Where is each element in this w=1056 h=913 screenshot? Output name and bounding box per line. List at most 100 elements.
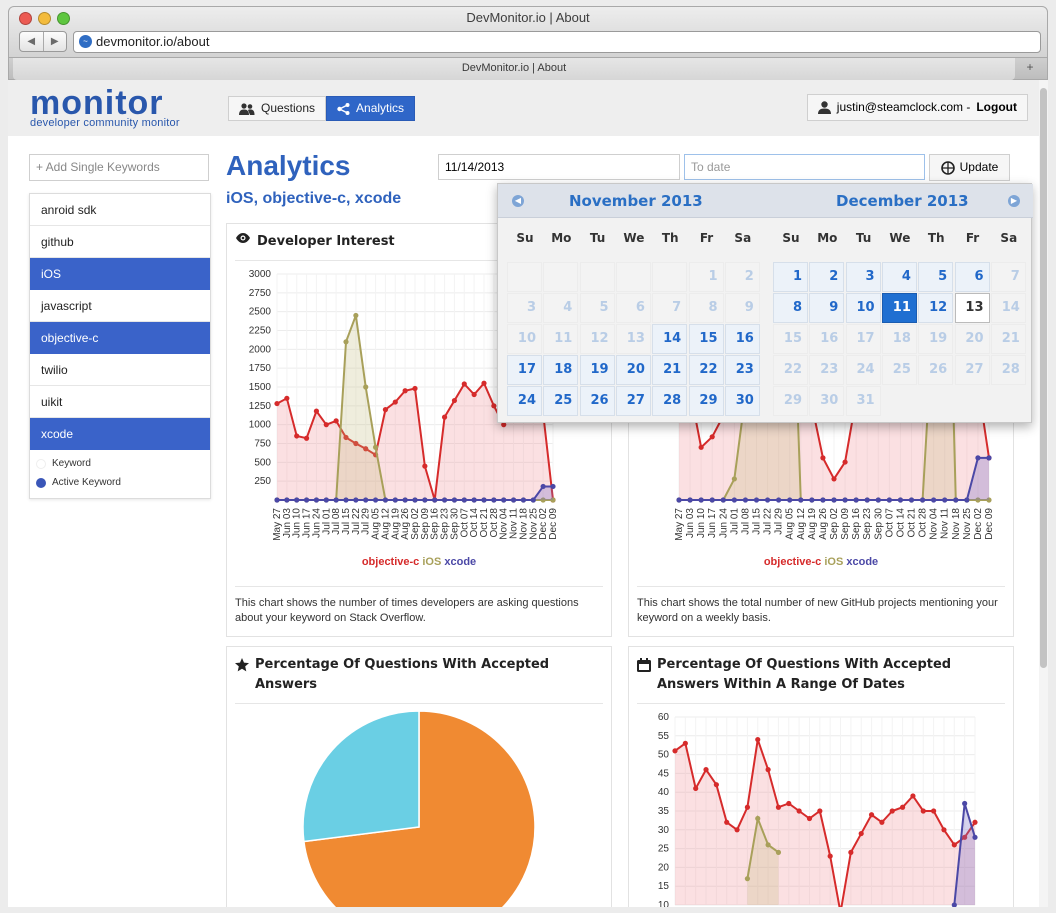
day-cell-nov-13[interactable]: 13	[615, 324, 651, 354]
day-cell-dec-1[interactable]: 1	[773, 262, 808, 292]
day-cell-dec-6[interactable]: 6	[954, 262, 990, 292]
day-cell-dec-16[interactable]: 16	[809, 324, 845, 354]
day-cell-nov-22[interactable]: 22	[688, 355, 724, 385]
x-tick-label: Aug 05	[785, 508, 796, 540]
day-cell-dec-19[interactable]: 19	[918, 324, 954, 354]
day-cell-nov-17[interactable]: 17	[507, 355, 542, 385]
y-tick-label: 50	[658, 750, 670, 761]
day-cell-nov-21[interactable]: 21	[652, 355, 688, 385]
day-cell-dec-13[interactable]: 13	[954, 293, 990, 323]
day-cell-dec-4[interactable]: 4	[881, 262, 917, 292]
day-cell-nov-6[interactable]: 6	[615, 293, 651, 323]
keyword-item-anroid-sdk[interactable]: anroid sdk	[30, 194, 210, 226]
to-date-input[interactable]: To date	[684, 154, 925, 180]
day-cell-nov-19[interactable]: 19	[579, 355, 615, 385]
forward-icon[interactable]: ▶	[44, 32, 67, 51]
nav-analytics-button[interactable]: Analytics	[326, 96, 416, 121]
day-cell-dec-25[interactable]: 25	[881, 355, 917, 385]
day-cell-nov-1[interactable]: 1	[688, 262, 724, 292]
day-cell-nov-12[interactable]: 12	[579, 324, 615, 354]
keyword-item-javascript[interactable]: javascript	[30, 290, 210, 322]
keyword-item-ios[interactable]: iOS	[30, 258, 210, 290]
day-cell-dec-26[interactable]: 26	[918, 355, 954, 385]
day-cell-dec-18[interactable]: 18	[881, 324, 917, 354]
keyword-item-objective-c[interactable]: objective-c	[30, 322, 210, 354]
day-cell-nov-28[interactable]: 28	[652, 386, 688, 416]
day-cell-dec-31[interactable]: 31	[845, 386, 881, 416]
logout-link[interactable]: Logout	[976, 95, 1017, 120]
day-cell-dec-10[interactable]: 10	[845, 293, 881, 323]
data-point-objective-c	[392, 399, 398, 405]
day-cell-dec-23[interactable]: 23	[809, 355, 845, 385]
day-cell-nov-23[interactable]: 23	[724, 355, 760, 385]
day-cell-dec-24[interactable]: 24	[845, 355, 881, 385]
day-cell-nov-2[interactable]: 2	[724, 262, 760, 292]
x-tick-label: Jul 15	[752, 508, 763, 535]
user-menu[interactable]: justin@steamclock.com - Logout	[806, 94, 1028, 121]
data-point-xcode	[687, 497, 693, 503]
prev-month-icon[interactable]: ◀	[512, 195, 524, 207]
day-cell-dec-15[interactable]: 15	[773, 324, 808, 354]
day-cell-dec-17[interactable]: 17	[845, 324, 881, 354]
day-cell-nov-5[interactable]: 5	[579, 293, 615, 323]
day-cell-dec-11[interactable]: 11	[881, 293, 917, 323]
keyword-item-uikit[interactable]: uikit	[30, 386, 210, 418]
update-button[interactable]: Update	[929, 154, 1010, 181]
browser-tab[interactable]: DevMonitor.io | About	[13, 58, 1015, 80]
day-cell-dec-14[interactable]: 14	[990, 293, 1026, 323]
add-keyword-input[interactable]: + Add Single Keywords	[29, 154, 209, 181]
day-cell-nov-27[interactable]: 27	[615, 386, 651, 416]
day-cell-dec-8[interactable]: 8	[773, 293, 808, 323]
logo[interactable]: monitor developer community monitor	[30, 86, 180, 129]
day-cell-nov-4[interactable]: 4	[543, 293, 579, 323]
day-cell-dec-9[interactable]: 9	[809, 293, 845, 323]
day-cell-nov-25[interactable]: 25	[543, 386, 579, 416]
day-cell-nov-7[interactable]: 7	[652, 293, 688, 323]
scrollbar-thumb[interactable]	[1040, 88, 1047, 668]
keyword-item-xcode[interactable]: xcode	[30, 418, 210, 450]
day-cell-nov-14[interactable]: 14	[652, 324, 688, 354]
day-cell-nov-10[interactable]: 10	[507, 324, 542, 354]
day-cell-nov-11[interactable]: 11	[543, 324, 579, 354]
day-cell-dec-12[interactable]: 12	[918, 293, 954, 323]
day-cell-nov-26[interactable]: 26	[579, 386, 615, 416]
chart-legend: objective-c iOS xcode	[227, 556, 611, 568]
day-cell-nov-29[interactable]: 29	[688, 386, 724, 416]
keyword-item-twilio[interactable]: twilio	[30, 354, 210, 386]
next-month-icon[interactable]: ▶	[1008, 195, 1020, 207]
day-cell-dec-21[interactable]: 21	[990, 324, 1026, 354]
data-point-iOS	[363, 384, 369, 390]
day-cell-dec-22[interactable]: 22	[773, 355, 808, 385]
day-cell-nov-3[interactable]: 3	[507, 293, 542, 323]
data-point-xcode	[294, 497, 300, 503]
day-cell-dec-20[interactable]: 20	[954, 324, 990, 354]
day-cell-dec-2[interactable]: 2	[809, 262, 845, 292]
day-cell-nov-9[interactable]: 9	[724, 293, 760, 323]
day-cell-dec-7[interactable]: 7	[990, 262, 1026, 292]
y-tick-label: 2000	[249, 344, 272, 355]
page-scrollbar[interactable]	[1039, 80, 1048, 907]
back-icon[interactable]: ◀	[20, 32, 44, 51]
nav-questions-button[interactable]: Questions	[228, 96, 327, 121]
from-date-input[interactable]: 11/14/2013	[438, 154, 680, 180]
data-point-objective-c	[703, 767, 709, 773]
keyword-item-github[interactable]: github	[30, 226, 210, 258]
weekday-su: Su	[516, 231, 534, 245]
day-cell-nov-30[interactable]: 30	[724, 386, 760, 416]
day-cell-dec-30[interactable]: 30	[809, 386, 845, 416]
day-cell-nov-15[interactable]: 15	[688, 324, 724, 354]
data-point-xcode	[343, 497, 349, 503]
day-cell-nov-18[interactable]: 18	[543, 355, 579, 385]
day-cell-nov-16[interactable]: 16	[724, 324, 760, 354]
day-cell-dec-5[interactable]: 5	[918, 262, 954, 292]
day-cell-dec-29[interactable]: 29	[773, 386, 808, 416]
day-cell-dec-3[interactable]: 3	[845, 262, 881, 292]
day-cell-nov-8[interactable]: 8	[688, 293, 724, 323]
day-cell-dec-28[interactable]: 28	[990, 355, 1026, 385]
day-cell-nov-24[interactable]: 24	[507, 386, 542, 416]
address-bar[interactable]: ~ devmonitor.io/about	[73, 31, 1041, 53]
day-cell-nov-20[interactable]: 20	[615, 355, 651, 385]
day-cell-dec-27[interactable]: 27	[954, 355, 990, 385]
weekday-su: Su	[782, 231, 800, 245]
new-tab-button[interactable]: +	[1019, 60, 1041, 78]
